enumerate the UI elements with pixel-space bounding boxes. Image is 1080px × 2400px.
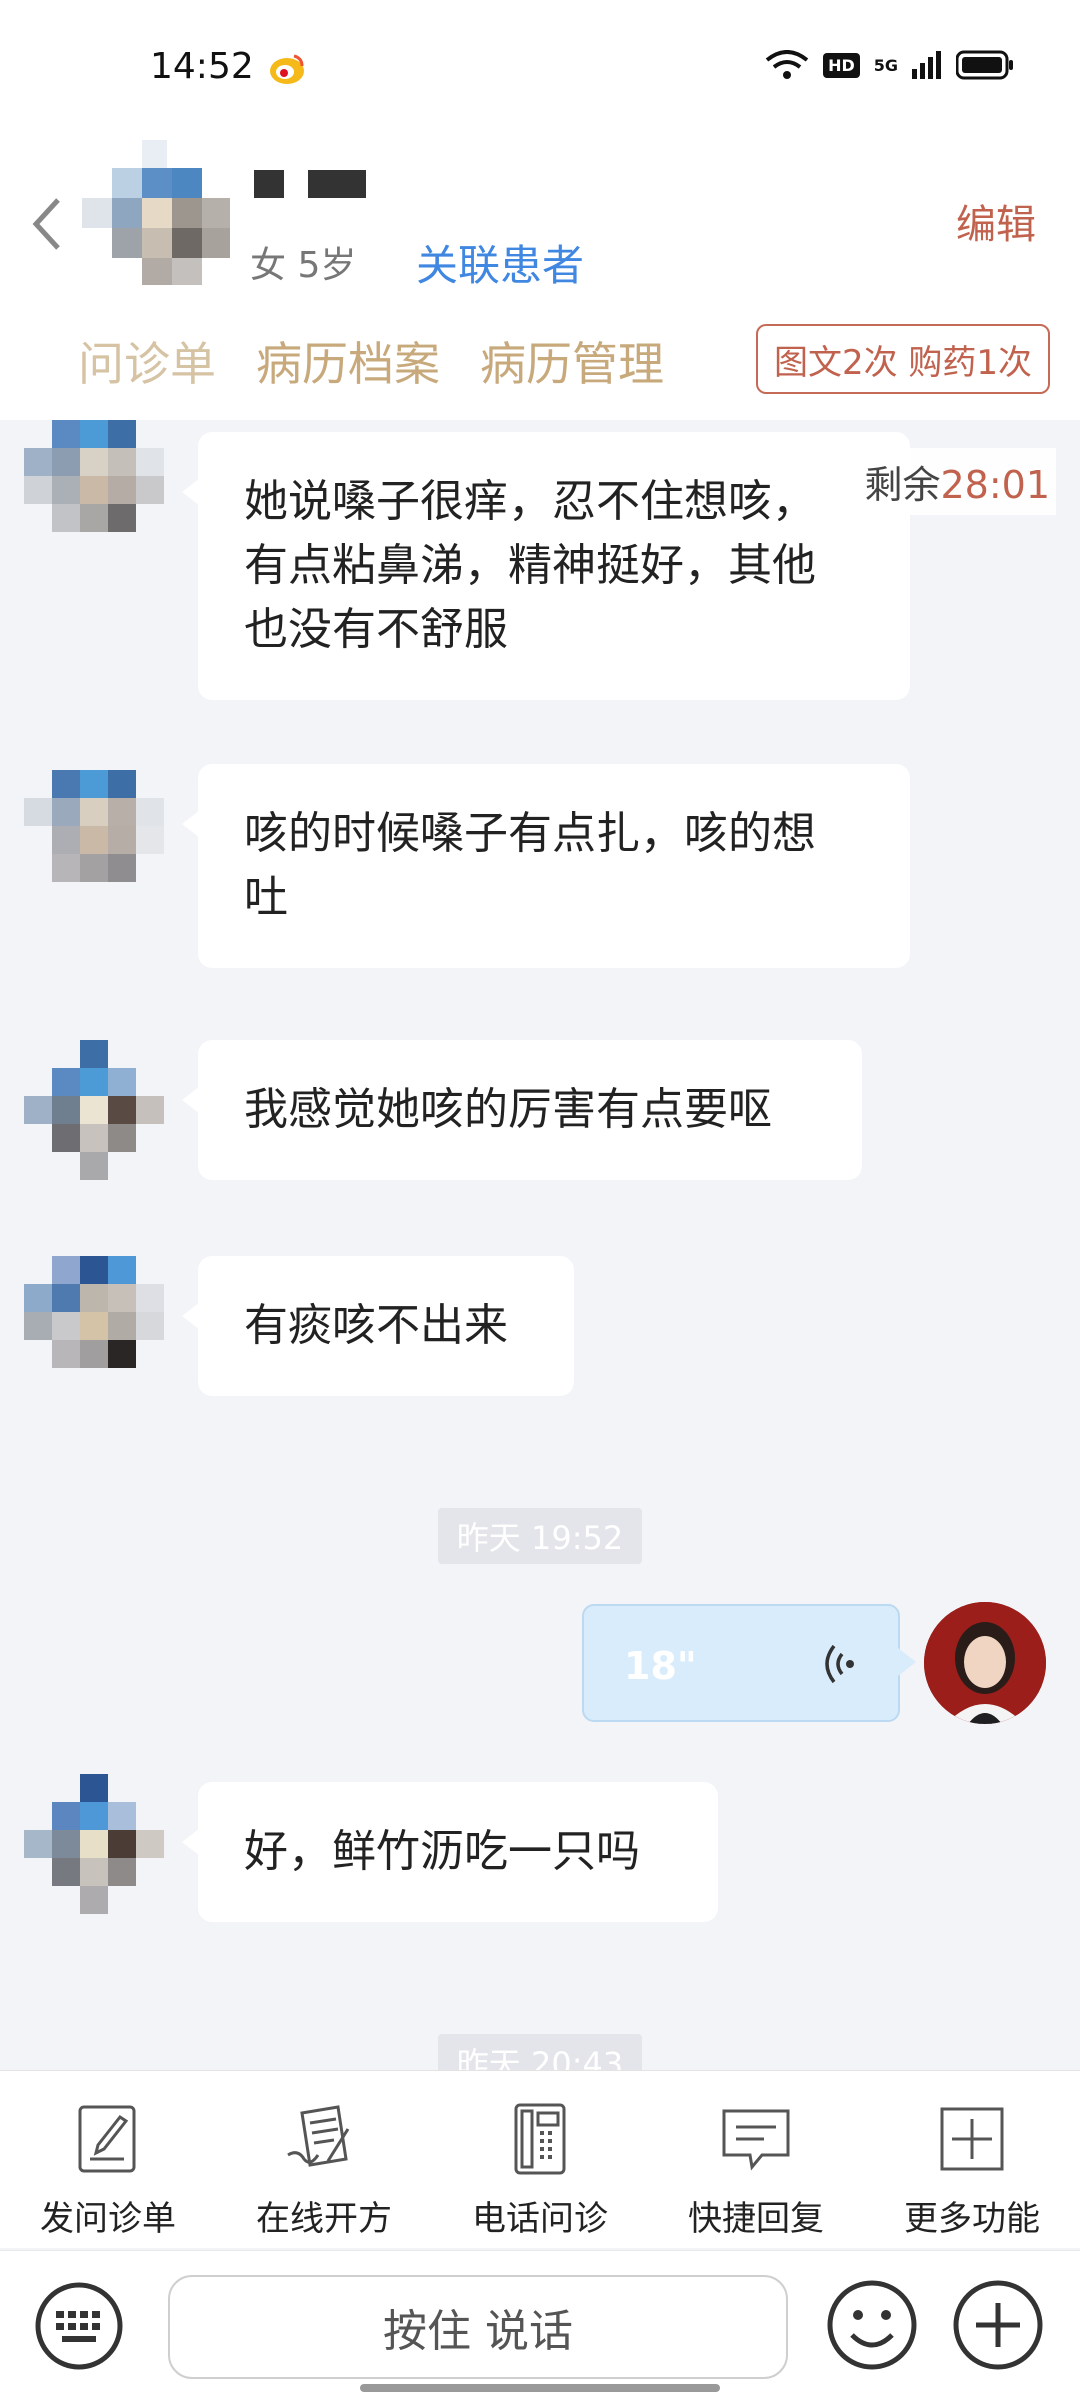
doctor-avatar[interactable] (924, 1602, 1046, 1724)
message-line: 吐 (244, 872, 288, 923)
message-bubble[interactable]: 咳的时候嗓子有点扎，咳的想 吐 (182, 764, 910, 968)
hold-to-talk-button[interactable]: 按住 说话 (168, 2275, 788, 2379)
chat-header: 女 5岁 关联患者 编辑 问诊单 病历档案 病历管理 图文2次 购药1次 (0, 140, 1080, 420)
patient-avatar[interactable] (24, 1774, 166, 1916)
message-bubble[interactable]: 她说嗓子很痒，忍不住想咳， 有点粘鼻涕，精神挺好，其他 也没有不舒服 (182, 432, 910, 700)
patient-avatar[interactable] (24, 1256, 166, 1398)
patient-avatar[interactable] (82, 140, 232, 285)
function-label: 在线开方 (256, 2199, 392, 2239)
battery-icon (956, 50, 1013, 80)
home-indicator (360, 2384, 720, 2392)
add-icon[interactable] (952, 2279, 1044, 2371)
status-time: 14:52 (150, 46, 254, 87)
patient-gender-age: 女 5岁 (250, 245, 357, 286)
message-bubble[interactable]: 我感觉她咳的厉害有点要呕 (182, 1040, 862, 1180)
more-functions-button[interactable]: 更多功能 (864, 2071, 1080, 2248)
voice-message[interactable]: 18" (582, 1604, 916, 1722)
function-label: 发问诊单 (40, 2199, 176, 2239)
function-label: 更多功能 (904, 2199, 1040, 2239)
wifi-icon (765, 50, 809, 79)
quick-reply-button[interactable]: 快捷回复 (648, 2071, 864, 2248)
remaining-time: 剩余28:01 (858, 448, 1056, 515)
send-consult-form-button[interactable]: 发问诊单 (0, 2071, 216, 2248)
online-prescription-button[interactable]: 在线开方 (216, 2071, 432, 2248)
link-patient-button[interactable]: 关联患者 (416, 232, 584, 293)
patient-avatar[interactable] (24, 770, 166, 912)
keyboard-icon[interactable] (34, 2281, 124, 2371)
message-line: 好，鲜竹沥吃一只吗 (244, 1826, 640, 1877)
timestamp: 昨天 19:52 (438, 1508, 642, 1564)
message-line: 也没有不舒服 (244, 604, 508, 655)
message-line: 有痰咳不出来 (244, 1300, 508, 1351)
record-tabs: 问诊单 病历档案 病历管理 (78, 328, 664, 394)
function-label: 电话问诊 (472, 2199, 608, 2239)
service-count-badge[interactable]: 图文2次 购药1次 (756, 324, 1050, 394)
weibo-icon (270, 54, 304, 84)
function-label: 快捷回复 (688, 2199, 824, 2239)
patient-name-redacted (254, 170, 366, 198)
emoji-icon[interactable] (826, 2279, 918, 2371)
patient-avatar[interactable] (24, 1040, 166, 1182)
signal-icon (912, 51, 941, 79)
patient-avatar[interactable] (24, 420, 166, 562)
phone-icon (514, 2103, 566, 2175)
plus-square-icon (940, 2107, 1004, 2171)
voice-duration: 18" (624, 1644, 697, 1688)
chat-reply-icon (722, 2109, 790, 2171)
message-bubble[interactable]: 好，鲜竹沥吃一只吗 (182, 1782, 718, 1922)
input-bar: 按住 说话 (0, 2250, 1080, 2400)
tab-consult-form[interactable]: 问诊单 (78, 328, 216, 394)
message-line: 我感觉她咳的厉害有点要呕 (244, 1084, 772, 1135)
network-type: 5G (873, 55, 898, 75)
tab-medical-archive[interactable]: 病历档案 (256, 328, 440, 394)
status-icons: HD 5G (765, 50, 1014, 80)
back-icon[interactable] (28, 194, 68, 254)
form-pen-icon (78, 2105, 136, 2173)
remaining-label: 剩余 (864, 463, 941, 507)
message-line: 有点粘鼻涕，精神挺好，其他 (244, 540, 816, 591)
edit-button[interactable]: 编辑 (956, 192, 1036, 250)
prescription-icon (287, 2105, 350, 2167)
message-bubble[interactable]: 有痰咳不出来 (182, 1256, 574, 1396)
hd-badge: HD (823, 52, 860, 78)
message-line: 她说嗓子很痒，忍不住想咳， (244, 476, 816, 527)
tab-record-management[interactable]: 病历管理 (480, 328, 664, 394)
function-bar: 发问诊单 在线开方 电话问诊 快捷回复 更多功能 (0, 2070, 1080, 2248)
phone-consult-button[interactable]: 电话问诊 (432, 2071, 648, 2248)
voice-wave-icon (825, 1644, 854, 1684)
message-line: 咳的时候嗓子有点扎，咳的想 (244, 808, 816, 859)
remaining-countdown: 28:01 (940, 463, 1050, 507)
status-bar: 14:52 HD 5G (0, 0, 1080, 140)
